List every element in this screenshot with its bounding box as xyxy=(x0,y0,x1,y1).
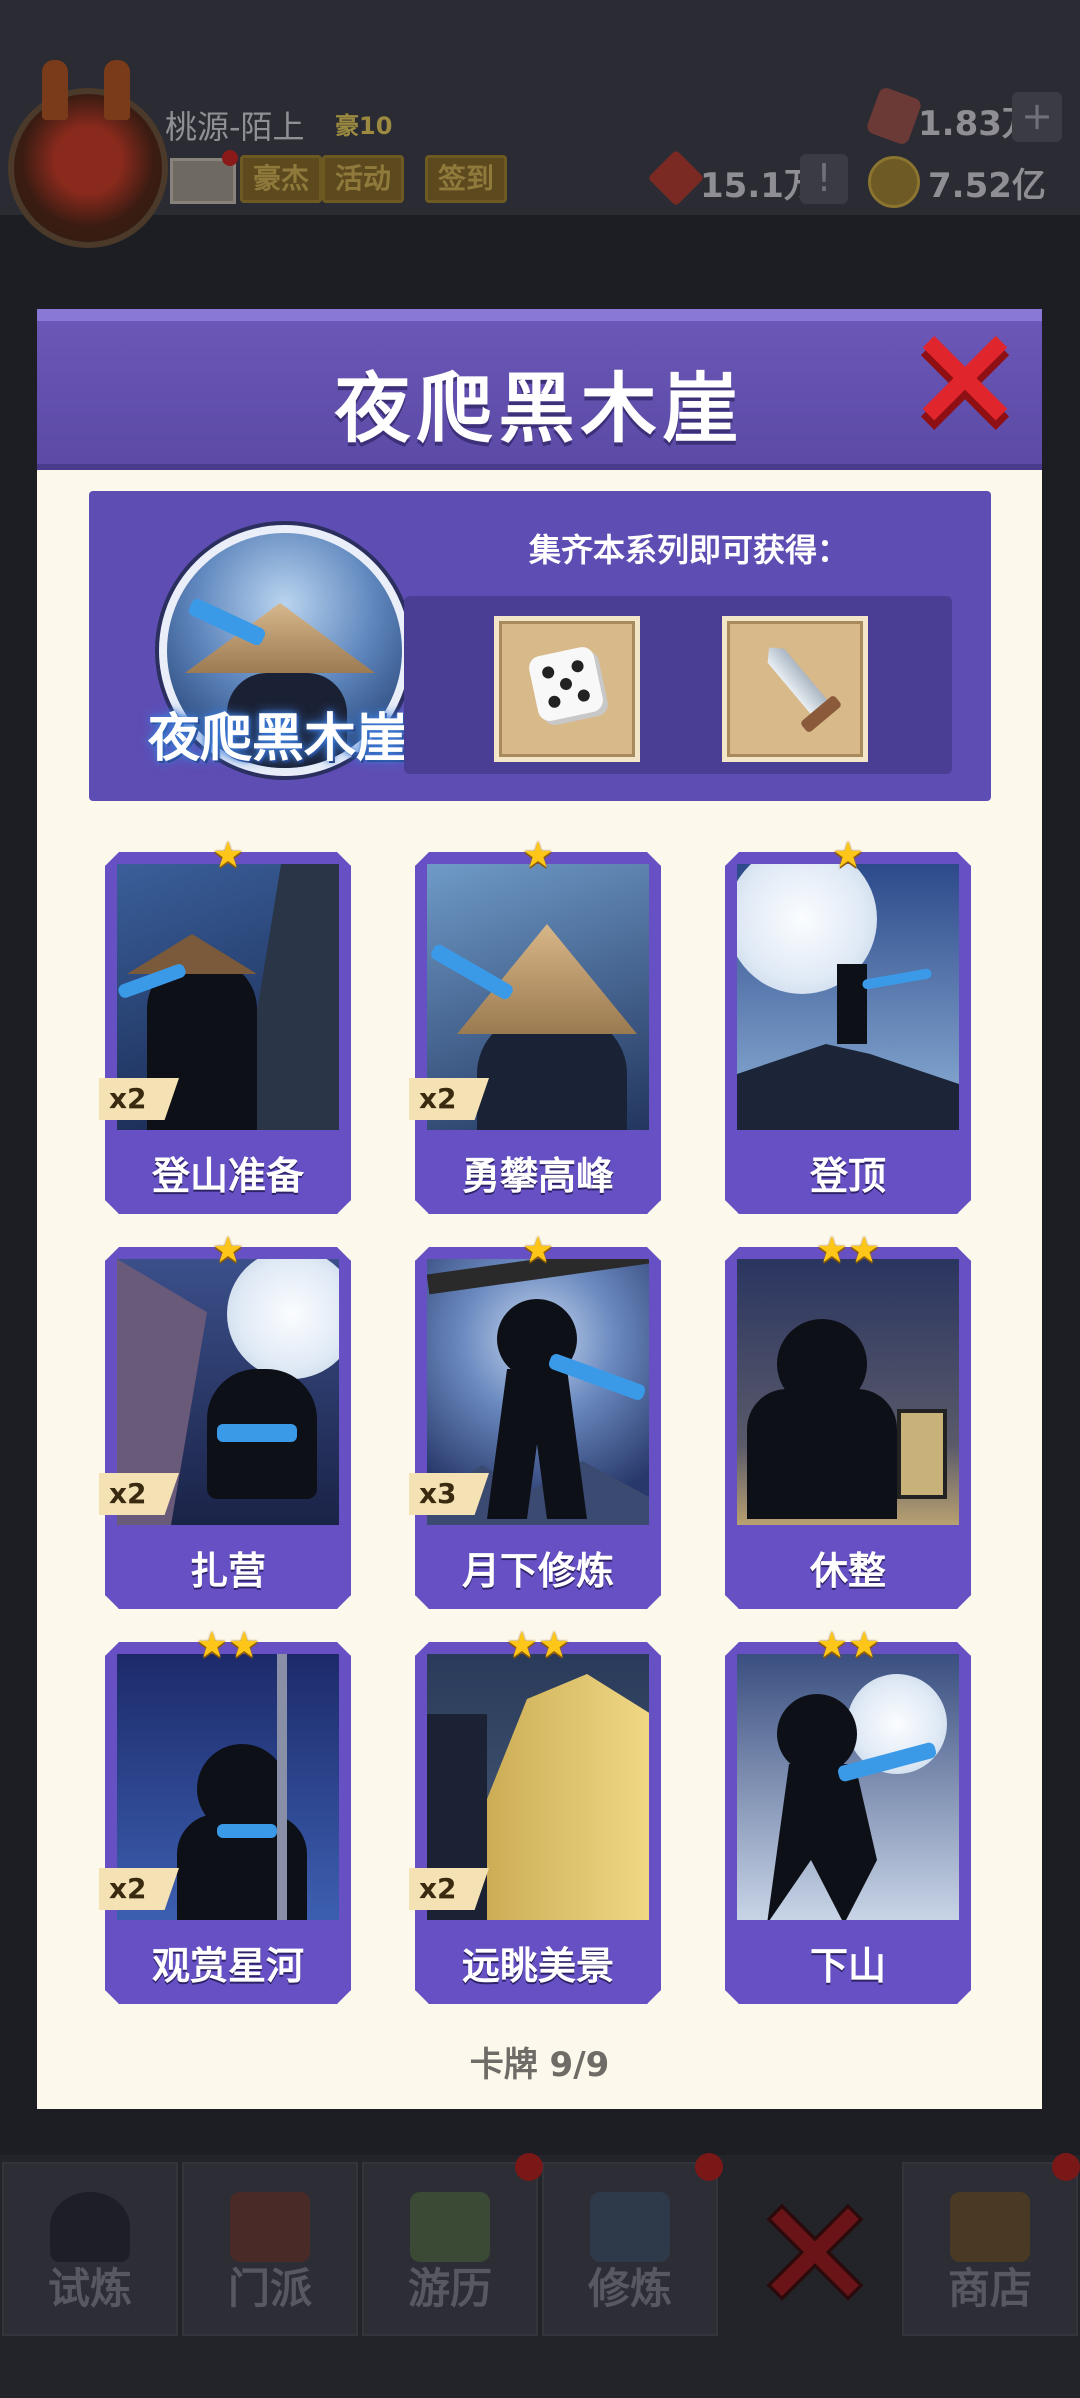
card-name: 登山准备 xyxy=(151,1154,304,1198)
tab-trial[interactable]: 试炼 xyxy=(2,2162,178,2336)
card-name: 月下修炼 xyxy=(461,1549,614,1593)
tab-shop[interactable]: 商店 xyxy=(902,2162,1078,2336)
reward-sword[interactable] xyxy=(722,616,868,762)
star-icon: ★ xyxy=(521,835,555,876)
temple-icon xyxy=(230,2192,310,2262)
reward-dice[interactable] xyxy=(494,616,640,762)
star-icon: ★★ xyxy=(815,1625,881,1666)
tab-label: 门派 xyxy=(227,2264,312,2313)
card-name: 远眺美景 xyxy=(461,1944,614,1988)
notification-dot xyxy=(1052,2153,1080,2181)
close-icon[interactable] xyxy=(760,2195,870,2305)
card-stargazing[interactable]: ★★ x2 观赏星河 xyxy=(99,1628,351,2004)
notification-dot xyxy=(222,150,238,166)
card-art xyxy=(737,1654,959,1920)
card-scenic-view[interactable]: ★★ x2 远眺美景 xyxy=(409,1628,661,2004)
card-brave-climb[interactable]: ★ x2 勇攀高峰 xyxy=(409,838,661,1214)
events-button[interactable]: 活动 xyxy=(322,155,405,203)
card-name: 勇攀高峰 xyxy=(461,1154,614,1198)
series-name: 夜爬黑木崖 xyxy=(147,709,408,769)
tab-travel[interactable]: 游历 xyxy=(362,2162,538,2336)
vip-level: 豪10 xyxy=(335,112,393,140)
card-name: 观赏星河 xyxy=(151,1944,304,1988)
avatar-ear-left xyxy=(42,60,68,120)
card-art xyxy=(737,864,959,1130)
notification-dot xyxy=(695,2153,723,2181)
tab-label: 试炼 xyxy=(47,2264,132,2313)
card-name: 登顶 xyxy=(809,1154,886,1198)
star-icon: ★★ xyxy=(195,1625,261,1666)
card-progress: 卡牌 9/9 xyxy=(469,2045,610,2085)
gold-coin-icon xyxy=(868,156,920,208)
close-icon[interactable] xyxy=(917,334,1013,430)
star-icon: ★★ xyxy=(815,1230,881,1271)
card-art xyxy=(737,1259,959,1525)
player-name: 桃源-陌上 xyxy=(165,108,305,146)
card-summit[interactable]: ★ 登顶 xyxy=(725,838,971,1214)
reward-box xyxy=(404,596,952,774)
star-icon: ★ xyxy=(211,835,245,876)
reward-title: 集齐本系列即可获得： xyxy=(528,531,849,569)
tab-label: 游历 xyxy=(407,2264,492,2313)
card-moon-training[interactable]: ★ x3 月下修炼 xyxy=(409,1233,661,1609)
shop-icon xyxy=(950,2192,1030,2262)
modal-title: 夜爬黑木崖 xyxy=(334,364,745,453)
notification-dot xyxy=(515,2153,543,2181)
tab-cultivate[interactable]: 修炼 xyxy=(542,2162,718,2336)
star-icon: ★★ xyxy=(505,1625,571,1666)
gold-amount: 7.52亿 xyxy=(928,166,1046,206)
landscape-icon xyxy=(410,2192,490,2262)
card-climb-prep[interactable]: ★ x2 登山准备 xyxy=(99,838,351,1214)
star-icon: ★ xyxy=(521,1230,555,1271)
tab-sect[interactable]: 门派 xyxy=(182,2162,358,2336)
player-avatar[interactable] xyxy=(8,60,168,248)
star-icon: ★ xyxy=(831,835,865,876)
heroes-button[interactable]: 豪杰 xyxy=(240,155,323,203)
modal-header: 夜爬黑木崖 xyxy=(37,309,1042,470)
checkin-button[interactable]: 签到 xyxy=(425,155,508,203)
ninja-icon xyxy=(50,2192,130,2262)
tab-label: 商店 xyxy=(947,2264,1032,2313)
card-name: 下山 xyxy=(809,1944,886,1988)
card-name: 扎营 xyxy=(189,1549,266,1593)
card-collection-modal: 夜爬黑木崖 夜爬黑木崖 集齐本系列即可获得： ★ x2 登山准备 ★ x2 勇攀… xyxy=(37,309,1042,2109)
manual-icon xyxy=(590,2192,670,2262)
card-name: 休整 xyxy=(809,1549,886,1593)
series-banner: 夜爬黑木崖 集齐本系列即可获得： xyxy=(89,491,991,801)
card-camp[interactable]: ★ x2 扎营 xyxy=(99,1233,351,1609)
token-info-button[interactable]: ! xyxy=(800,154,848,204)
add-gem-button[interactable]: + xyxy=(1012,92,1062,142)
card-descend[interactable]: ★★ 下山 xyxy=(725,1628,971,2004)
tab-label: 修炼 xyxy=(587,2264,672,2313)
dice-icon xyxy=(526,644,606,724)
avatar-ear-right xyxy=(104,60,130,120)
card-rest[interactable]: ★★ 休整 xyxy=(725,1233,971,1609)
star-icon: ★ xyxy=(211,1230,245,1271)
